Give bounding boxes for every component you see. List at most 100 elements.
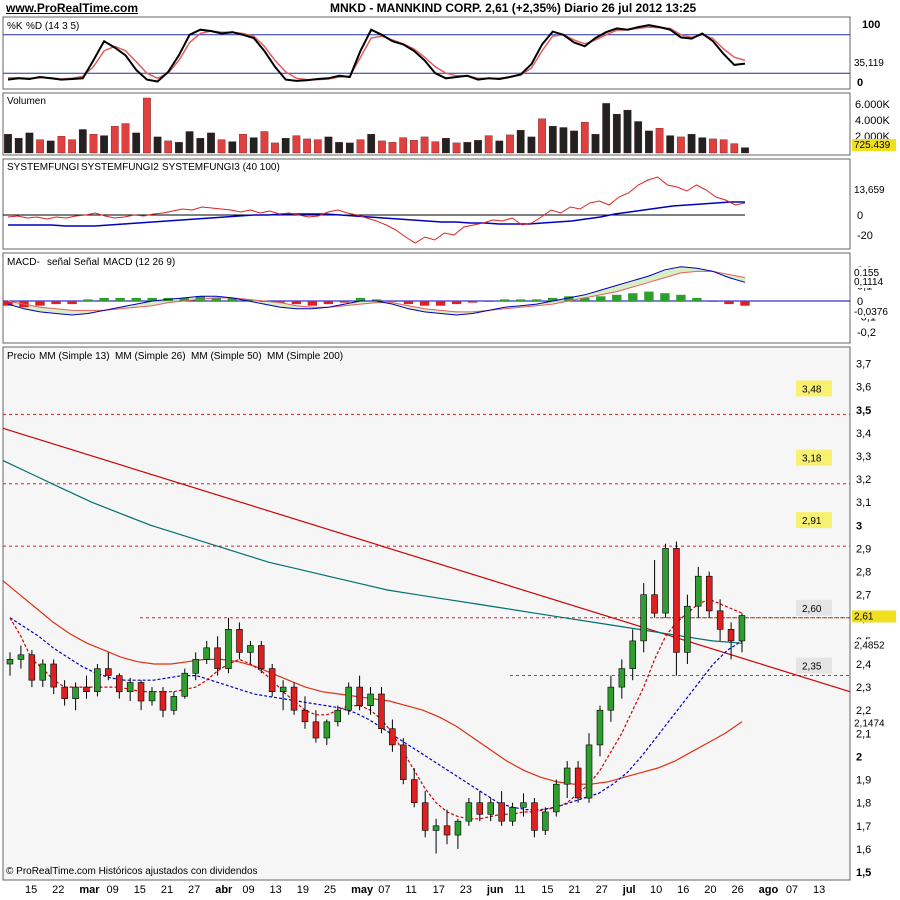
candle-body (454, 820, 462, 836)
price-level-badge: 2,91 (796, 512, 832, 529)
candle-body (738, 615, 746, 642)
price-axis-tick: 2,3 (856, 682, 871, 694)
volume-value-label: 725.439 (852, 139, 896, 151)
candle-body (105, 668, 112, 676)
legend-macd-minus: MACD- (7, 257, 40, 268)
systemfungi-tick-minus20: -20 (857, 230, 873, 242)
volume-bar (538, 118, 546, 154)
price-axis-tick: 3,2 (856, 474, 871, 486)
macd-histogram-bar (500, 299, 510, 301)
volume-bar (249, 137, 258, 154)
macd-histogram-bar (67, 301, 77, 305)
candle-body (432, 825, 440, 831)
volume-bar (420, 136, 429, 154)
price-axis-tick: 3,1 (856, 497, 871, 509)
volume-bar (677, 136, 685, 154)
volume-bar (164, 140, 173, 154)
volume-bar (591, 134, 600, 154)
x-axis-label: 25 (324, 884, 336, 896)
price-axis-tick: 1,6 (856, 844, 871, 856)
svg-text:35,119: 35,119 (854, 58, 884, 69)
candle-body (694, 575, 702, 607)
candle-body (356, 686, 363, 706)
volume-bar (335, 142, 343, 154)
volume-bar (367, 134, 376, 154)
volume-bar (687, 134, 696, 154)
volume-bar (89, 134, 98, 154)
candle-body (301, 709, 309, 723)
price-axis-tick: 2,9 (856, 543, 871, 555)
svg-text:2,61: 2,61 (854, 611, 874, 622)
price-axis-tick: 2,1 (856, 728, 871, 740)
volume-bar (25, 132, 34, 154)
volume-bar (666, 135, 675, 154)
svg-text:13,659: 13,659 (854, 185, 885, 196)
price-axis-tick: 3,5 (856, 405, 871, 417)
x-axis-label: 15 (541, 884, 553, 896)
volume-bar (345, 142, 354, 154)
legend-sf2: SYSTEMFUNGI2 (81, 162, 159, 173)
macd-histogram-bar (131, 297, 141, 301)
x-axis-label: 21 (568, 884, 580, 896)
macd-histogram-bar (51, 301, 61, 305)
svg-text:2,1474: 2,1474 (854, 718, 885, 729)
candle-body (552, 783, 560, 813)
candle-body (585, 744, 593, 799)
volume-bar (463, 142, 472, 154)
svg-text:725.439: 725.439 (854, 140, 891, 151)
svg-text:2,60: 2,60 (802, 604, 822, 615)
legend-d: %D (14 3 5) (26, 21, 79, 32)
macd-histogram-bar (740, 301, 750, 306)
x-axis-label: may (351, 884, 374, 896)
volume-bar (175, 142, 183, 154)
volume-bar (324, 136, 333, 154)
macd-histogram-bar (83, 299, 93, 301)
candle-body (727, 628, 735, 642)
volume-bar (281, 138, 290, 154)
x-axis-label: 15 (25, 884, 37, 896)
chart-canvas: %K %D (14 3 5) Volumen SYSTEMFUNGI SYSTE… (2, 16, 896, 896)
x-axis-label: 10 (650, 884, 662, 896)
macd-histogram-bar (724, 301, 734, 305)
x-axis-label: 21 (161, 884, 173, 896)
volume-bar (36, 139, 44, 154)
candle-body (542, 811, 549, 831)
macd-histogram-bar (660, 293, 670, 301)
svg-text:0,1114: 0,1114 (854, 277, 884, 288)
volume-bar (217, 139, 226, 154)
legend-sma50: MM (Simple 50) (191, 351, 262, 362)
price-legend: Precio MM (Simple 13) MM (Simple 26) MM … (7, 351, 343, 362)
volume-bar (474, 140, 482, 154)
macd-histogram-bar (612, 294, 622, 301)
candle-body (126, 682, 134, 692)
candle-body (28, 654, 36, 681)
price-axis-tick: 3,3 (856, 451, 871, 463)
volume-bar (46, 140, 55, 154)
volume-bar (388, 142, 397, 154)
systemfungi-tick-0: 0 (857, 210, 863, 222)
legend-price: Precio (7, 351, 36, 362)
x-axis-label: 15 (134, 884, 146, 896)
volume-bar (516, 130, 525, 154)
candle-body (312, 721, 320, 739)
candle-body (83, 686, 90, 692)
x-axis-label: 27 (596, 884, 608, 896)
candle-body (662, 548, 669, 614)
price-axis-tick: 1,5 (856, 867, 871, 879)
macd-histogram-bar (403, 301, 414, 305)
svg-text:2,91: 2,91 (802, 516, 822, 527)
volume-bar (495, 140, 504, 154)
candle-body (400, 744, 407, 780)
candle-body (148, 691, 156, 702)
svg-text:3,18: 3,18 (802, 454, 822, 465)
volume-bar (719, 139, 728, 154)
candle-body (72, 686, 79, 699)
candle-body (684, 605, 691, 653)
macd-histogram-bar (99, 297, 109, 301)
candle-body (378, 693, 385, 730)
candle-body (487, 802, 494, 815)
x-axis-label: 17 (433, 884, 445, 896)
legend-sf1: SYSTEMFUNGI (7, 162, 79, 173)
macd-histogram-bar (467, 301, 478, 303)
candle-body (236, 628, 243, 653)
